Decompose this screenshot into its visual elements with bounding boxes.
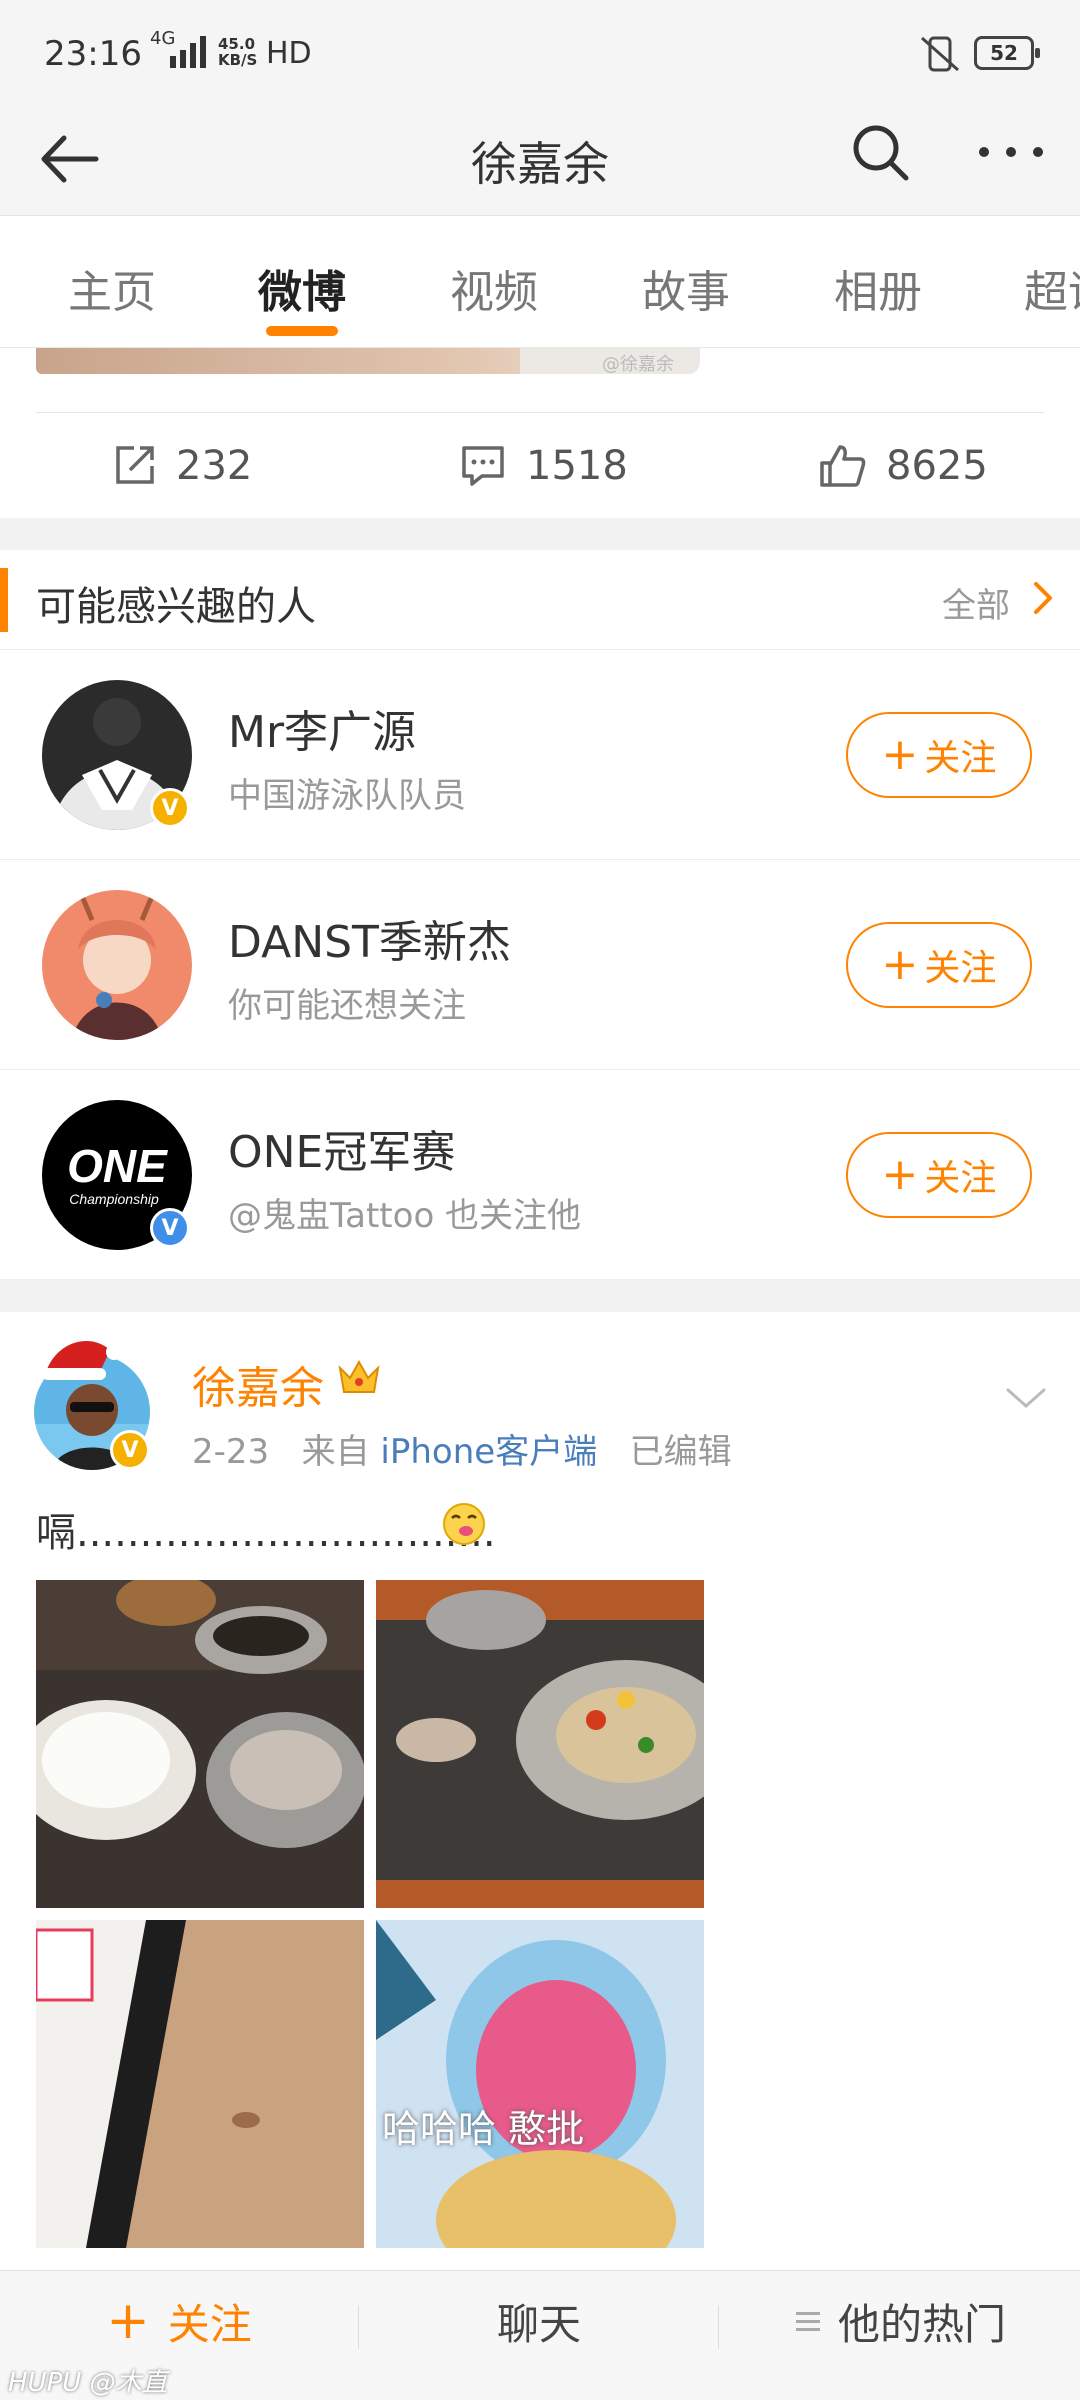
- section-gap: [0, 1280, 1080, 1312]
- post-source[interactable]: iPhone客户端: [380, 1432, 597, 1472]
- post-photo[interactable]: [376, 1580, 704, 1908]
- suggested-person[interactable]: V Mr李广源 中国游泳队队员 + 关注: [0, 650, 1080, 860]
- divider: [358, 2305, 359, 2349]
- see-all-link[interactable]: 全部: [942, 578, 1010, 627]
- follow-button[interactable]: + 关注: [846, 922, 1032, 1008]
- plus-icon: +: [881, 729, 919, 780]
- crown-icon: [338, 1359, 380, 1393]
- tab-stories[interactable]: 故事: [642, 256, 730, 320]
- page-title: 徐嘉余: [471, 137, 609, 191]
- follow-action-label: 关注: [167, 2299, 252, 2349]
- drooling-emoji-icon: [443, 1503, 485, 1545]
- list-icon: [795, 2312, 820, 2331]
- follow-label: 关注: [924, 948, 997, 989]
- photo-caption: 哈哈哈 憨批: [382, 2107, 585, 2151]
- edited-label[interactable]: 已编辑: [630, 1432, 732, 1472]
- verified-badge: V: [110, 1430, 150, 1470]
- status-time: 23:16: [44, 34, 142, 74]
- nav-bar: 徐嘉余: [0, 100, 1080, 216]
- like-count: 8625: [886, 443, 988, 489]
- section-accent-bar: [0, 568, 8, 632]
- repost-icon: [116, 446, 154, 484]
- speed-unit: KB/S: [218, 51, 258, 69]
- signal-icon: [170, 36, 206, 68]
- comment-count: 1518: [526, 443, 628, 489]
- suggested-person[interactable]: DANST季新杰 你可能还想关注 + 关注: [0, 860, 1080, 1070]
- follow-label: 关注: [924, 1158, 997, 1199]
- post-photo[interactable]: [36, 1580, 364, 1908]
- repost-button[interactable]: 232: [112, 436, 252, 496]
- comment-icon: [462, 446, 504, 486]
- chevron-right-icon[interactable]: [1032, 578, 1056, 618]
- plus-icon: +: [881, 939, 919, 990]
- battery-indicator: 52: [974, 36, 1040, 70]
- person-name[interactable]: Mr李广源: [228, 696, 416, 760]
- tab-albums[interactable]: 相册: [834, 256, 922, 320]
- person-name[interactable]: DANST季新杰: [228, 906, 511, 970]
- chat-button[interactable]: 聊天: [360, 2271, 718, 2371]
- tab-super-topic[interactable]: 超话: [1024, 256, 1080, 320]
- post-meta: 2-23 来自 iPhone客户端 已编辑: [192, 1424, 732, 1473]
- svg-text:Championship: Championship: [69, 1191, 159, 1207]
- comment-button[interactable]: 1518: [460, 436, 628, 496]
- post-photo[interactable]: [36, 1920, 364, 2248]
- divider: [718, 2305, 719, 2349]
- person-description: 中国游泳队队员: [228, 776, 466, 816]
- follow-label: 关注: [924, 738, 997, 779]
- network-speed: 45.0 KB/S: [218, 36, 257, 68]
- chevron-down-icon[interactable]: [1004, 1384, 1048, 1412]
- post-date: 2-23: [192, 1432, 270, 1472]
- follow-action-button[interactable]: + 关注: [0, 2271, 358, 2371]
- verified-badge: V: [150, 788, 190, 828]
- suggestions-title: 可能感兴趣的人: [36, 584, 316, 630]
- divider: [36, 412, 1044, 413]
- active-tab-indicator: [266, 326, 338, 336]
- section-gap: [0, 518, 1080, 550]
- post-author-name[interactable]: 徐嘉余: [192, 1352, 324, 1416]
- thumbs-up-icon: [820, 445, 866, 487]
- plus-icon: +: [881, 1149, 919, 1200]
- vibrate-off-icon: [921, 36, 959, 72]
- tab-videos[interactable]: 视频: [450, 256, 538, 320]
- tab-weibo[interactable]: 微博: [258, 256, 346, 320]
- follow-button[interactable]: + 关注: [846, 1132, 1032, 1218]
- status-bar: 23:16 4G 45.0 KB/S HD 52: [0, 0, 1080, 100]
- more-options-icon[interactable]: [976, 144, 1046, 160]
- hot-posts-label: 他的热门: [837, 2299, 1006, 2349]
- search-icon[interactable]: [848, 120, 914, 186]
- follow-button[interactable]: + 关注: [846, 712, 1032, 798]
- avatar[interactable]: [42, 890, 192, 1040]
- hot-posts-button[interactable]: 他的热门: [720, 2271, 1080, 2371]
- svg-text:ONE: ONE: [67, 1140, 168, 1192]
- suggestions-header: 可能感兴趣的人 全部: [0, 550, 1080, 650]
- screenshot-watermark: HUPU @木直: [8, 2368, 168, 2398]
- plus-icon: +: [106, 2291, 150, 2351]
- profile-tabs: 主页 微博 视频 故事 相册 超话: [0, 216, 1080, 348]
- chat-label: 聊天: [496, 2299, 581, 2349]
- post-photo[interactable]: 哈哈哈 憨批: [376, 1920, 704, 2248]
- image-watermark: @徐嘉余: [602, 354, 674, 375]
- repost-count: 232: [176, 443, 253, 489]
- person-description: 你可能还想关注: [228, 986, 466, 1026]
- post-text: 嗝.................................: [36, 1510, 496, 1556]
- from-label: 来自: [301, 1432, 370, 1472]
- person-description: @鬼盅Tattoo 也关注他: [228, 1196, 582, 1236]
- weibo-post: V 徐嘉余 2-23 来自 iPhone客户端 已编辑 嗝...........…: [0, 1312, 1080, 2272]
- tab-home[interactable]: 主页: [68, 256, 156, 320]
- hd-indicator: HD: [266, 36, 312, 71]
- verified-badge: V: [150, 1208, 190, 1248]
- like-button[interactable]: 8625: [818, 436, 988, 496]
- suggested-person[interactable]: ONE Championship V ONE冠军赛 @鬼盅Tattoo 也关注他…: [0, 1070, 1080, 1280]
- person-name[interactable]: ONE冠军赛: [228, 1116, 455, 1180]
- santa-hat-icon: [42, 1341, 122, 1380]
